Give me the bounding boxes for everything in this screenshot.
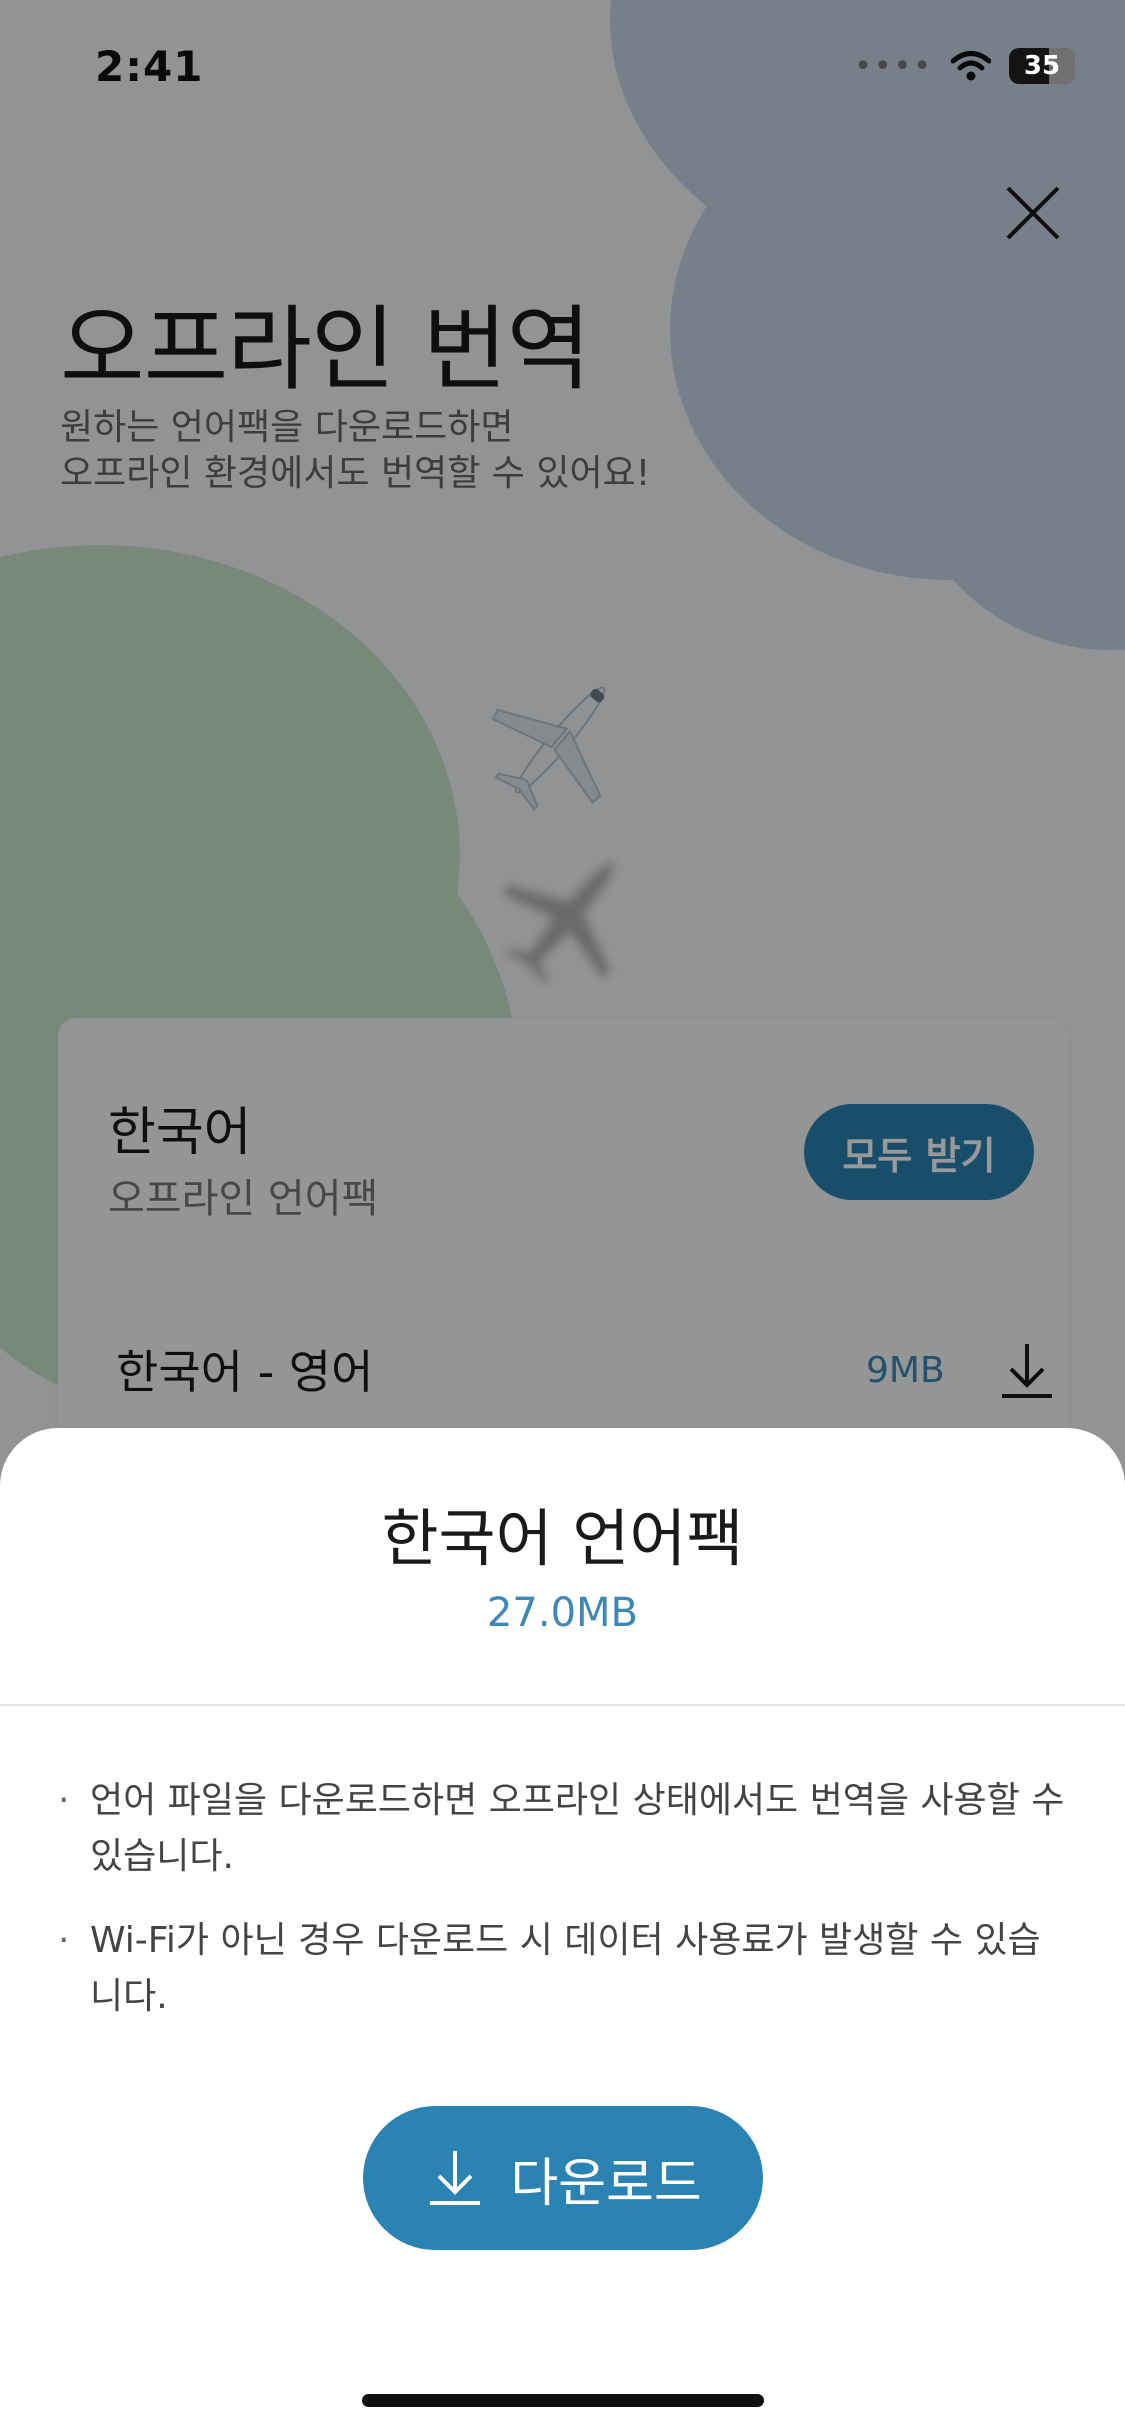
note-text: 언어 파일을 다운로드하면 오프라인 상태에서도 번역을 사용할 수 있습니다. xyxy=(90,1780,1065,1877)
download-label: 다운로드 xyxy=(510,2153,702,2214)
sheet-divider xyxy=(0,1704,1125,1706)
bottom-sheet: 한국어 언어팩 27.0MB · 언어 파일을 다운로드하면 오프라인 상태에서… xyxy=(0,1428,1125,2436)
download-icon xyxy=(430,2151,481,2205)
sheet-title: 한국어 언어팩 xyxy=(381,1502,744,1575)
battery-level-text: 35 xyxy=(1023,51,1061,81)
sheet-size: 27.0MB xyxy=(486,1590,638,1636)
home-indicator[interactable] xyxy=(362,2394,764,2407)
note-bullet: · xyxy=(58,1780,70,1821)
note-bullet: · xyxy=(58,1920,70,1961)
download-button[interactable]: 다운로드 xyxy=(363,2106,763,2250)
notes-list: · 언어 파일을 다운로드하면 오프라인 상태에서도 번역을 사용할 수 있습니… xyxy=(58,1773,1068,2053)
note-text: Wi-Fi가 아닌 경우 다운로드 시 데이터 사용료가 발생할 수 있습니다. xyxy=(90,1920,1041,2017)
note-item: · 언어 파일을 다운로드하면 오프라인 상태에서도 번역을 사용할 수 있습니… xyxy=(58,1773,1068,1885)
note-item: · Wi-Fi가 아닌 경우 다운로드 시 데이터 사용료가 발생할 수 있습니… xyxy=(58,1913,1068,2025)
app-screen: 2:41 •••• 35 오프라인 번역 원하는 언어팩을 다운로드하면 오프라… xyxy=(0,0,1125,2436)
